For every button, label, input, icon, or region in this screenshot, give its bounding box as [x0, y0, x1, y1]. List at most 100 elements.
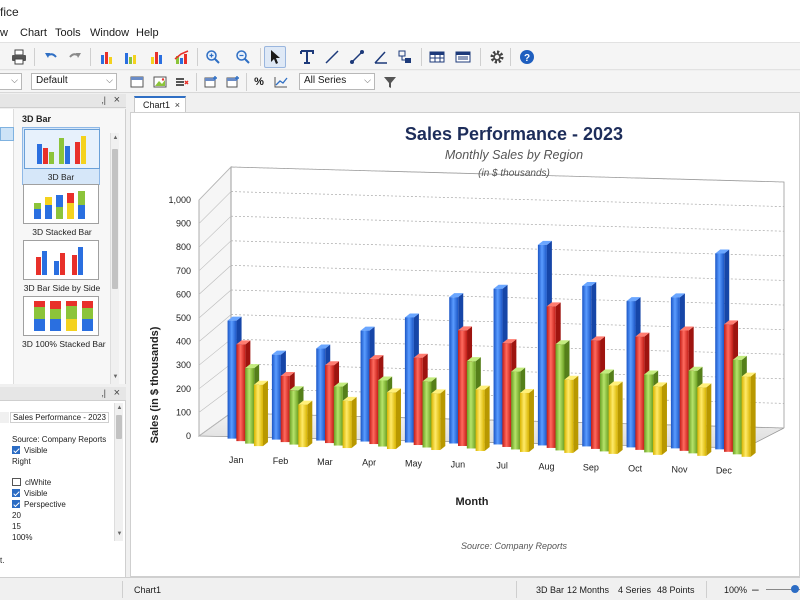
chart-area-icon[interactable] — [128, 73, 146, 91]
bar[interactable] — [697, 383, 712, 456]
line-tool-icon[interactable] — [321, 46, 343, 68]
add-series-icon[interactable] — [202, 73, 220, 91]
perspective-checkbox[interactable] — [12, 500, 20, 508]
prop-legend-visible[interactable]: Visible — [0, 445, 114, 456]
close-icon[interactable]: × — [114, 94, 120, 106]
undo-icon[interactable] — [40, 46, 62, 68]
series-filter-combo[interactable]: All Series ⌵ — [299, 73, 375, 90]
x-axis-title[interactable]: Month — [456, 496, 489, 508]
close-icon[interactable]: × — [114, 387, 120, 399]
zoom-out-icon[interactable] — [232, 46, 254, 68]
area-line-chart-icon[interactable] — [171, 46, 193, 68]
chart-unit-note[interactable]: (in $ thousands) — [478, 168, 550, 179]
chart-canvas[interactable]: 0 100 200 300 400 500 600 700 800 900 1,000 Jan Feb… — [130, 112, 800, 577]
prop-perspective[interactable]: Perspective — [0, 499, 114, 510]
menu-chart[interactable]: Chart — [20, 27, 47, 39]
chart-image-icon[interactable] — [151, 73, 169, 91]
visible-checkbox[interactable] — [12, 446, 20, 454]
pointer-icon[interactable] — [264, 46, 286, 68]
y-axis-title[interactable]: Sales (in $ thousands) — [149, 326, 161, 443]
bar-front — [325, 365, 335, 444]
status-chart-type: 3D Bar — [536, 585, 565, 595]
redo-icon[interactable] — [64, 46, 86, 68]
border-visible-checkbox[interactable] — [12, 489, 20, 497]
pin-icon[interactable]: ‚| — [102, 95, 106, 105]
shapes-tool-icon[interactable] — [394, 46, 416, 68]
bar-side — [262, 380, 268, 447]
gallery-item-3d-bar[interactable]: 3D Bar — [22, 127, 100, 185]
chart-subtitle[interactable]: Monthly Sales by Region — [445, 148, 583, 162]
gallery-category-strip[interactable] — [0, 109, 14, 384]
gallery-item-3d-bar-side-by-side[interactable]: 3D Bar Side by Side — [22, 240, 102, 293]
bar-chart-icon[interactable] — [96, 46, 118, 68]
color-swatch-icon[interactable] — [12, 478, 21, 486]
bar[interactable] — [741, 372, 756, 457]
prop-legend-position[interactable]: Right — [0, 456, 114, 467]
font-combo[interactable]: ⌵ — [0, 73, 22, 90]
gallery-item-3d-100-stacked-bar[interactable]: 3D 100% Stacked Bar — [22, 296, 106, 349]
y-tick-label: 300 — [176, 360, 191, 370]
scroll-up-icon[interactable]: ▲ — [115, 405, 124, 411]
bar[interactable] — [386, 388, 401, 450]
chart-title[interactable]: Sales Performance - 2023 — [405, 124, 623, 144]
scroll-up-icon[interactable]: ▲ — [111, 135, 120, 141]
stacked-bar-icon[interactable] — [146, 46, 168, 68]
bar-front — [298, 404, 308, 448]
trend-line-icon[interactable] — [272, 73, 290, 91]
connector-tool-icon[interactable] — [346, 46, 368, 68]
prop-zoom[interactable]: 100% — [0, 532, 114, 543]
prop-depth-value[interactable]: 20 — [12, 511, 21, 520]
prop-footer[interactable]: Source: Company Reports — [0, 434, 114, 445]
prop-zoom-value[interactable]: 100% — [12, 533, 32, 542]
gallery-scrollbar[interactable]: ▲ ▼ — [110, 133, 119, 384]
prop-footer-value[interactable]: Source: Company Reports — [12, 435, 106, 444]
pin-icon[interactable]: ‚| — [102, 388, 106, 398]
status-series: 4 Series — [618, 585, 652, 595]
zoom-in-icon[interactable] — [202, 46, 224, 68]
bar[interactable] — [431, 389, 446, 451]
tab-chart1[interactable]: Chart1 × — [134, 96, 186, 113]
data-view-icon[interactable] — [452, 46, 474, 68]
properties-scrollbar[interactable]: ▲ ▼ — [114, 403, 123, 541]
menu-help[interactable]: Help — [136, 27, 159, 39]
style-combo[interactable]: Default ⌵ — [31, 73, 117, 90]
series-delete-icon[interactable] — [173, 73, 191, 91]
angle-tool-icon[interactable] — [370, 46, 392, 68]
print-icon[interactable] — [8, 46, 30, 68]
bar[interactable] — [519, 388, 534, 452]
bar[interactable] — [342, 396, 357, 449]
text-tool-icon[interactable] — [296, 46, 318, 68]
prop-border-visible[interactable]: Visible — [0, 488, 114, 499]
bar[interactable] — [475, 385, 490, 451]
column-chart-icon[interactable] — [120, 46, 142, 68]
gallery-item-3d-stacked-bar[interactable]: 3D Stacked Bar — [22, 184, 102, 237]
bar[interactable] — [253, 380, 268, 447]
bar-front — [511, 371, 521, 450]
chart-footer[interactable]: Source: Company Reports — [461, 541, 568, 551]
zoom-slider-handle[interactable] — [790, 585, 799, 593]
percent-button[interactable]: % — [250, 73, 268, 91]
filter-icon[interactable] — [381, 73, 399, 91]
help-icon[interactable]: ? — [516, 46, 538, 68]
prop-back-color[interactable]: clWhite — [0, 477, 114, 488]
prop-depth[interactable]: 20 — [0, 510, 114, 521]
bar[interactable] — [298, 400, 313, 448]
prop-title-value[interactable]: Sales Performance - 2023 — [10, 412, 109, 423]
prop-title[interactable]: Sales Performance - 2023 — [0, 412, 114, 423]
add-point-icon[interactable] — [224, 73, 242, 91]
data-table-icon[interactable] — [426, 46, 448, 68]
settings-icon[interactable] — [486, 46, 508, 68]
close-icon[interactable]: × — [175, 100, 180, 110]
menu-view[interactable]: w — [0, 27, 8, 39]
prop-legend-position-value[interactable]: Right — [12, 457, 31, 466]
scroll-down-icon[interactable]: ▼ — [115, 531, 124, 537]
menu-tools[interactable]: Tools — [55, 27, 81, 39]
menu-window[interactable]: Window — [90, 27, 129, 39]
scroll-down-icon[interactable]: ▼ — [111, 374, 120, 380]
prop-elevation[interactable]: 15 — [0, 521, 114, 532]
bar[interactable] — [564, 375, 579, 453]
bar[interactable] — [608, 381, 623, 454]
prop-elevation-value[interactable]: 15 — [12, 522, 21, 531]
bar[interactable] — [652, 382, 667, 455]
zoom-out-button[interactable]: – — [752, 582, 759, 596]
